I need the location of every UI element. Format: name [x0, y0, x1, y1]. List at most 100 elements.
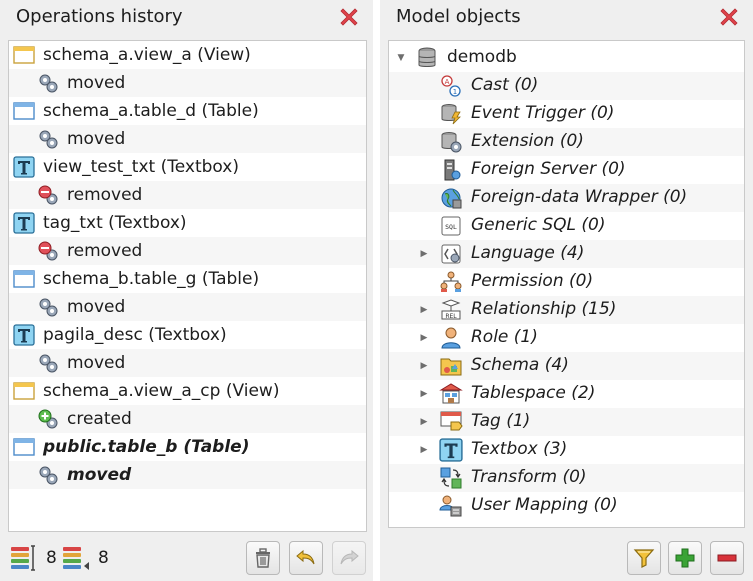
history-operation-row[interactable]: removed: [9, 181, 366, 209]
removed-icon: [37, 184, 59, 206]
history-object-row[interactable]: pagila_desc (Textbox): [9, 321, 366, 349]
textbox-icon: [439, 438, 463, 462]
expand-arrow-icon[interactable]: ▶: [419, 333, 429, 343]
svg-text:A: A: [445, 78, 450, 86]
tree-item-label: Role (1): [471, 327, 538, 347]
moved-icon: [37, 72, 59, 94]
svg-text:REL: REL: [445, 313, 457, 320]
tree-item-tag[interactable]: ▶ Tag (1): [389, 408, 744, 436]
user-mapping-icon: [439, 494, 463, 518]
add-icon: [675, 548, 695, 568]
history-total-count: 8: [98, 548, 109, 568]
tree-item-label: Cast (0): [471, 75, 539, 95]
tree-item-relationship[interactable]: ▶ REL Relationship (15): [389, 296, 744, 324]
transform-icon: [439, 466, 463, 490]
svg-text:SQL: SQL: [445, 223, 457, 231]
model-objects-panel: Model objects ▼ demodb A 1 Cast (0) Event Tri…: [380, 0, 753, 581]
cast-icon: A1: [439, 74, 463, 98]
history-operation-label: created: [67, 409, 132, 429]
tree-item-generic-sql[interactable]: SQL Generic SQL (0): [389, 212, 744, 240]
expand-arrow-icon[interactable]: ▶: [419, 305, 429, 315]
expand-arrow-icon[interactable]: ▶: [419, 445, 429, 455]
tree-item-label: Language (4): [471, 243, 585, 263]
tree-item-transform[interactable]: Transform (0): [389, 464, 744, 492]
tree-item-label: Schema (4): [471, 355, 569, 375]
tree-item-role[interactable]: ▶ Role (1): [389, 324, 744, 352]
history-object-row[interactable]: tag_txt (Textbox): [9, 209, 366, 237]
history-operation-row[interactable]: moved: [9, 349, 366, 377]
tree-item-user-mapping[interactable]: User Mapping (0): [389, 492, 744, 520]
tree-item-language[interactable]: ▶ Language (4): [389, 240, 744, 268]
history-operation-row[interactable]: moved: [9, 125, 366, 153]
history-operation-row[interactable]: removed: [9, 237, 366, 265]
add-button[interactable]: [668, 541, 702, 575]
close-icon[interactable]: [337, 5, 361, 29]
expand-arrow-icon[interactable]: ▶: [419, 361, 429, 371]
undo-icon: [296, 549, 315, 565]
history-operation-label: removed: [67, 185, 143, 205]
model-objects-title: Model objects: [396, 6, 521, 27]
tree-item-textbox[interactable]: ▶ Textbox (3): [389, 436, 744, 464]
history-operation-label: removed: [67, 241, 143, 261]
tablespace-icon: [439, 382, 463, 406]
filter-button[interactable]: [627, 541, 661, 575]
foreign-data-wrapper-icon: [439, 186, 463, 210]
expand-arrow-icon[interactable]: ▶: [419, 389, 429, 399]
moved-icon: [37, 296, 59, 318]
close-icon[interactable]: [717, 5, 741, 29]
expand-arrow-icon[interactable]: ▼: [396, 53, 406, 63]
view-icon: [13, 380, 35, 402]
history-operation-row[interactable]: moved: [9, 293, 366, 321]
history-operation-label: moved: [67, 465, 132, 485]
clear-history-button[interactable]: [246, 541, 280, 575]
tree-item-foreign-data-wrapper[interactable]: Foreign-data Wrapper (0): [389, 184, 744, 212]
expand-arrow-icon[interactable]: ▶: [419, 249, 429, 259]
view-icon: [13, 44, 35, 66]
tree-item-permission[interactable]: Permission (0): [389, 268, 744, 296]
tree-item-cast[interactable]: A 1 Cast (0): [389, 72, 744, 100]
tree-item-schema[interactable]: ▶ Schema (4): [389, 352, 744, 380]
tree-item-label: Extension (0): [471, 131, 584, 151]
tree-item-label: Tag (1): [471, 411, 531, 431]
tree-item-event-trigger[interactable]: Event Trigger (0): [389, 100, 744, 128]
svg-text:1: 1: [453, 88, 457, 96]
history-object-row[interactable]: schema_a.table_d (Table): [9, 97, 366, 125]
history-object-row[interactable]: schema_a.view_a (View): [9, 41, 366, 69]
history-operation-row[interactable]: created: [9, 405, 366, 433]
remove-button[interactable]: [710, 541, 744, 575]
removed-icon: [37, 240, 59, 262]
operations-history-list[interactable]: schema_a.view_a (View) moved schema_a.tabl…: [8, 40, 367, 532]
history-object-label: schema_a.table_d (Table): [43, 101, 259, 121]
history-operation-row[interactable]: moved: [9, 461, 366, 489]
foreign-server-icon: [439, 158, 463, 182]
role-icon: [439, 326, 463, 350]
undo-button[interactable]: [289, 541, 323, 575]
event-trigger-icon: [439, 102, 463, 126]
textbox-icon: [13, 212, 35, 234]
remove-icon: [717, 554, 737, 562]
history-object-row[interactable]: schema_a.view_a_cp (View): [9, 377, 366, 405]
table-icon: [13, 436, 35, 458]
history-object-label: schema_a.view_a_cp (View): [43, 381, 280, 401]
tree-item-label: Textbox (3): [471, 439, 568, 459]
history-object-row[interactable]: public.table_b (Table): [9, 433, 366, 461]
tree-root-demodb[interactable]: ▼ demodb: [389, 44, 744, 72]
textbox-icon: [13, 324, 35, 346]
history-total-counter: 8: [62, 543, 109, 573]
model-objects-tree[interactable]: ▼ demodb A 1 Cast (0) Event Trigger (0) Extens…: [388, 40, 745, 528]
tree-item-label: Foreign Server (0): [471, 159, 626, 179]
operations-history-panel: Operations history schema_a.view_a (View…: [0, 0, 373, 581]
tree-item-extension[interactable]: Extension (0): [389, 128, 744, 156]
history-operation-label: moved: [67, 353, 126, 373]
history-object-label: public.table_b (Table): [43, 437, 250, 457]
created-icon: [37, 408, 59, 430]
history-operation-row[interactable]: moved: [9, 69, 366, 97]
history-position-icon: [11, 545, 35, 571]
history-object-row[interactable]: schema_b.table_g (Table): [9, 265, 366, 293]
history-object-row[interactable]: view_test_txt (Textbox): [9, 153, 366, 181]
expand-arrow-icon[interactable]: ▶: [419, 417, 429, 427]
extension-icon: [439, 130, 463, 154]
redo-button[interactable]: [332, 541, 366, 575]
tree-item-foreign-server[interactable]: Foreign Server (0): [389, 156, 744, 184]
tree-item-tablespace[interactable]: ▶ Tablespace (2): [389, 380, 744, 408]
